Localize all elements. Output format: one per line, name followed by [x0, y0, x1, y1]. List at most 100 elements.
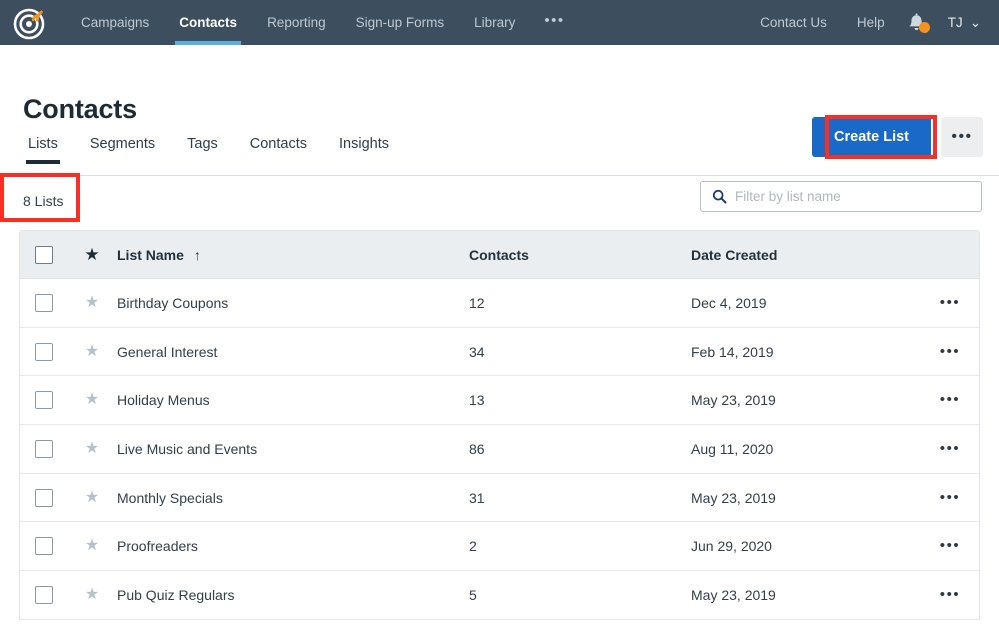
tab-label-tags: Tags — [187, 136, 218, 152]
cell-list-name[interactable]: General Interest — [116, 344, 469, 360]
nav-item-contacts[interactable]: Contacts — [164, 0, 252, 45]
row-checkbox[interactable] — [35, 585, 53, 604]
row-menu-cell: ••• — [921, 295, 979, 310]
brand-logo[interactable] — [8, 1, 52, 45]
tab-insights[interactable]: Insights — [323, 128, 405, 175]
row-select-cell — [20, 439, 68, 458]
tab-lists[interactable]: Lists — [12, 128, 74, 175]
table-row[interactable]: ★ Pub Quiz Regulars 5 May 23, 2019 ••• — [20, 571, 979, 620]
row-select-cell — [20, 293, 68, 312]
row-menu-cell: ••• — [921, 441, 979, 456]
star-icon: ★ — [84, 585, 100, 603]
row-overflow-menu-icon[interactable]: ••• — [940, 441, 961, 456]
nav-item-library[interactable]: Library — [459, 0, 530, 45]
tab-label-segments: Segments — [89, 136, 156, 152]
row-overflow-menu-icon[interactable]: ••• — [940, 490, 961, 505]
row-favorite-cell[interactable]: ★ — [68, 343, 116, 360]
cell-list-name[interactable]: Birthday Coupons — [116, 295, 469, 311]
tab-tags[interactable]: Tags — [171, 128, 234, 175]
cell-date-created: May 23, 2019 — [691, 489, 776, 506]
row-select-cell — [20, 537, 68, 556]
table-row[interactable]: ★ Holiday Menus 13 May 23, 2019 ••• — [20, 376, 979, 426]
row-favorite-cell[interactable]: ★ — [68, 585, 116, 603]
row-checkbox[interactable] — [35, 488, 53, 507]
table-row[interactable]: ★ Proofreaders 2 Jun 29, 2020 ••• — [20, 522, 979, 572]
nav-item-sign-up-forms[interactable]: Sign-up Forms — [341, 0, 460, 45]
cell-contacts-count: 31 — [469, 489, 485, 506]
table-row[interactable]: ★ Live Music and Events 86 Aug 11, 2020 ••• — [20, 425, 979, 474]
cell-list-name[interactable]: Pub Quiz Regulars — [116, 587, 469, 603]
row-overflow-menu-icon[interactable]: ••• — [940, 538, 961, 553]
select-all-checkbox[interactable] — [35, 245, 53, 264]
nav-label-help: Help — [856, 15, 885, 30]
nav-overflow-icon[interactable]: ••• — [530, 0, 578, 45]
top-navigation-bar: Campaigns Contacts Reporting Sign-up For… — [0, 0, 999, 45]
row-checkbox[interactable] — [35, 439, 53, 458]
select-all-cell — [20, 245, 68, 264]
cell-contacts-count: 12 — [469, 294, 485, 311]
star-icon: ★ — [84, 245, 100, 264]
row-favorite-cell[interactable]: ★ — [68, 293, 116, 311]
row-menu-cell: ••• — [921, 392, 979, 407]
cell-list-name[interactable]: Holiday Menus — [116, 392, 469, 408]
nav-label-reporting: Reporting — [267, 15, 326, 30]
cell-contacts-count: 34 — [469, 343, 485, 360]
list-filter-search[interactable] — [700, 181, 982, 212]
row-overflow-menu-icon[interactable]: ••• — [940, 587, 961, 602]
row-checkbox[interactable] — [35, 342, 53, 361]
notifications-button[interactable] — [900, 0, 934, 45]
nav-label-sign-up-forms: Sign-up Forms — [355, 15, 445, 30]
star-icon: ★ — [84, 293, 100, 311]
row-select-cell — [20, 342, 68, 361]
row-menu-cell: ••• — [921, 587, 979, 602]
account-menu[interactable]: TJ ⌄ — [934, 15, 987, 31]
column-header-contacts[interactable]: Contacts — [469, 247, 691, 263]
row-checkbox[interactable] — [35, 391, 53, 410]
tab-contacts[interactable]: Contacts — [234, 128, 323, 175]
table-body: ★ Birthday Coupons 12 Dec 4, 2019 ••• ★ Genera… — [20, 279, 979, 620]
secondary-nav-items: Contact Us Help TJ ⌄ — [745, 0, 987, 45]
contacts-tab-bar: Lists Segments Tags Contacts Insights — [0, 128, 999, 176]
favorite-column-header[interactable]: ★ — [68, 246, 116, 263]
column-header-list-name[interactable]: List Name ↑ — [116, 247, 469, 263]
cell-list-name[interactable]: Live Music and Events — [116, 441, 469, 457]
cell-contacts-count: 5 — [469, 586, 477, 603]
star-icon: ★ — [84, 488, 100, 506]
cell-list-name[interactable]: Monthly Specials — [116, 490, 469, 506]
nav-label-campaigns: Campaigns — [81, 15, 150, 30]
cell-list-name[interactable]: Proofreaders — [116, 538, 469, 554]
cell-date-created: Feb 14, 2019 — [691, 343, 774, 360]
row-overflow-menu-icon[interactable]: ••• — [940, 392, 961, 407]
sort-ascending-icon: ↑ — [193, 246, 201, 263]
nav-item-contact-us[interactable]: Contact Us — [745, 0, 842, 45]
cell-date-created: May 23, 2019 — [691, 586, 776, 603]
list-toolbar: 8 Lists — [0, 176, 999, 230]
table-row[interactable]: ★ General Interest 34 Feb 14, 2019 ••• — [20, 327, 979, 377]
nav-item-campaigns[interactable]: Campaigns — [66, 0, 164, 45]
row-favorite-cell[interactable]: ★ — [68, 538, 116, 554]
row-overflow-menu-icon[interactable]: ••• — [940, 295, 961, 310]
search-icon — [712, 189, 727, 204]
row-checkbox[interactable] — [35, 537, 53, 556]
tab-segments[interactable]: Segments — [74, 128, 171, 175]
search-input[interactable] — [735, 189, 981, 204]
row-favorite-cell[interactable]: ★ — [68, 392, 116, 408]
table-row[interactable]: ★ Monthly Specials 31 May 23, 2019 ••• — [20, 473, 979, 523]
cell-date-created: Aug 11, 2020 — [691, 440, 774, 457]
page-title: Contacts — [23, 94, 137, 124]
cell-contacts-count: 86 — [469, 440, 485, 457]
row-favorite-cell[interactable]: ★ — [68, 439, 116, 457]
row-menu-cell: ••• — [921, 344, 979, 359]
tab-label-lists: Lists — [28, 136, 58, 152]
constant-contact-logo-icon — [13, 8, 45, 39]
nav-item-help[interactable]: Help — [842, 0, 900, 45]
row-favorite-cell[interactable]: ★ — [68, 488, 116, 506]
row-overflow-menu-icon[interactable]: ••• — [940, 344, 961, 359]
table-row[interactable]: ★ Birthday Coupons 12 Dec 4, 2019 ••• — [20, 279, 979, 328]
row-checkbox[interactable] — [35, 293, 53, 312]
star-icon: ★ — [84, 439, 100, 457]
column-header-date-created[interactable]: Date Created — [691, 247, 921, 263]
page-header: Contacts Create List ••• — [0, 45, 999, 157]
star-icon: ★ — [84, 391, 100, 409]
nav-item-reporting[interactable]: Reporting — [252, 0, 341, 45]
